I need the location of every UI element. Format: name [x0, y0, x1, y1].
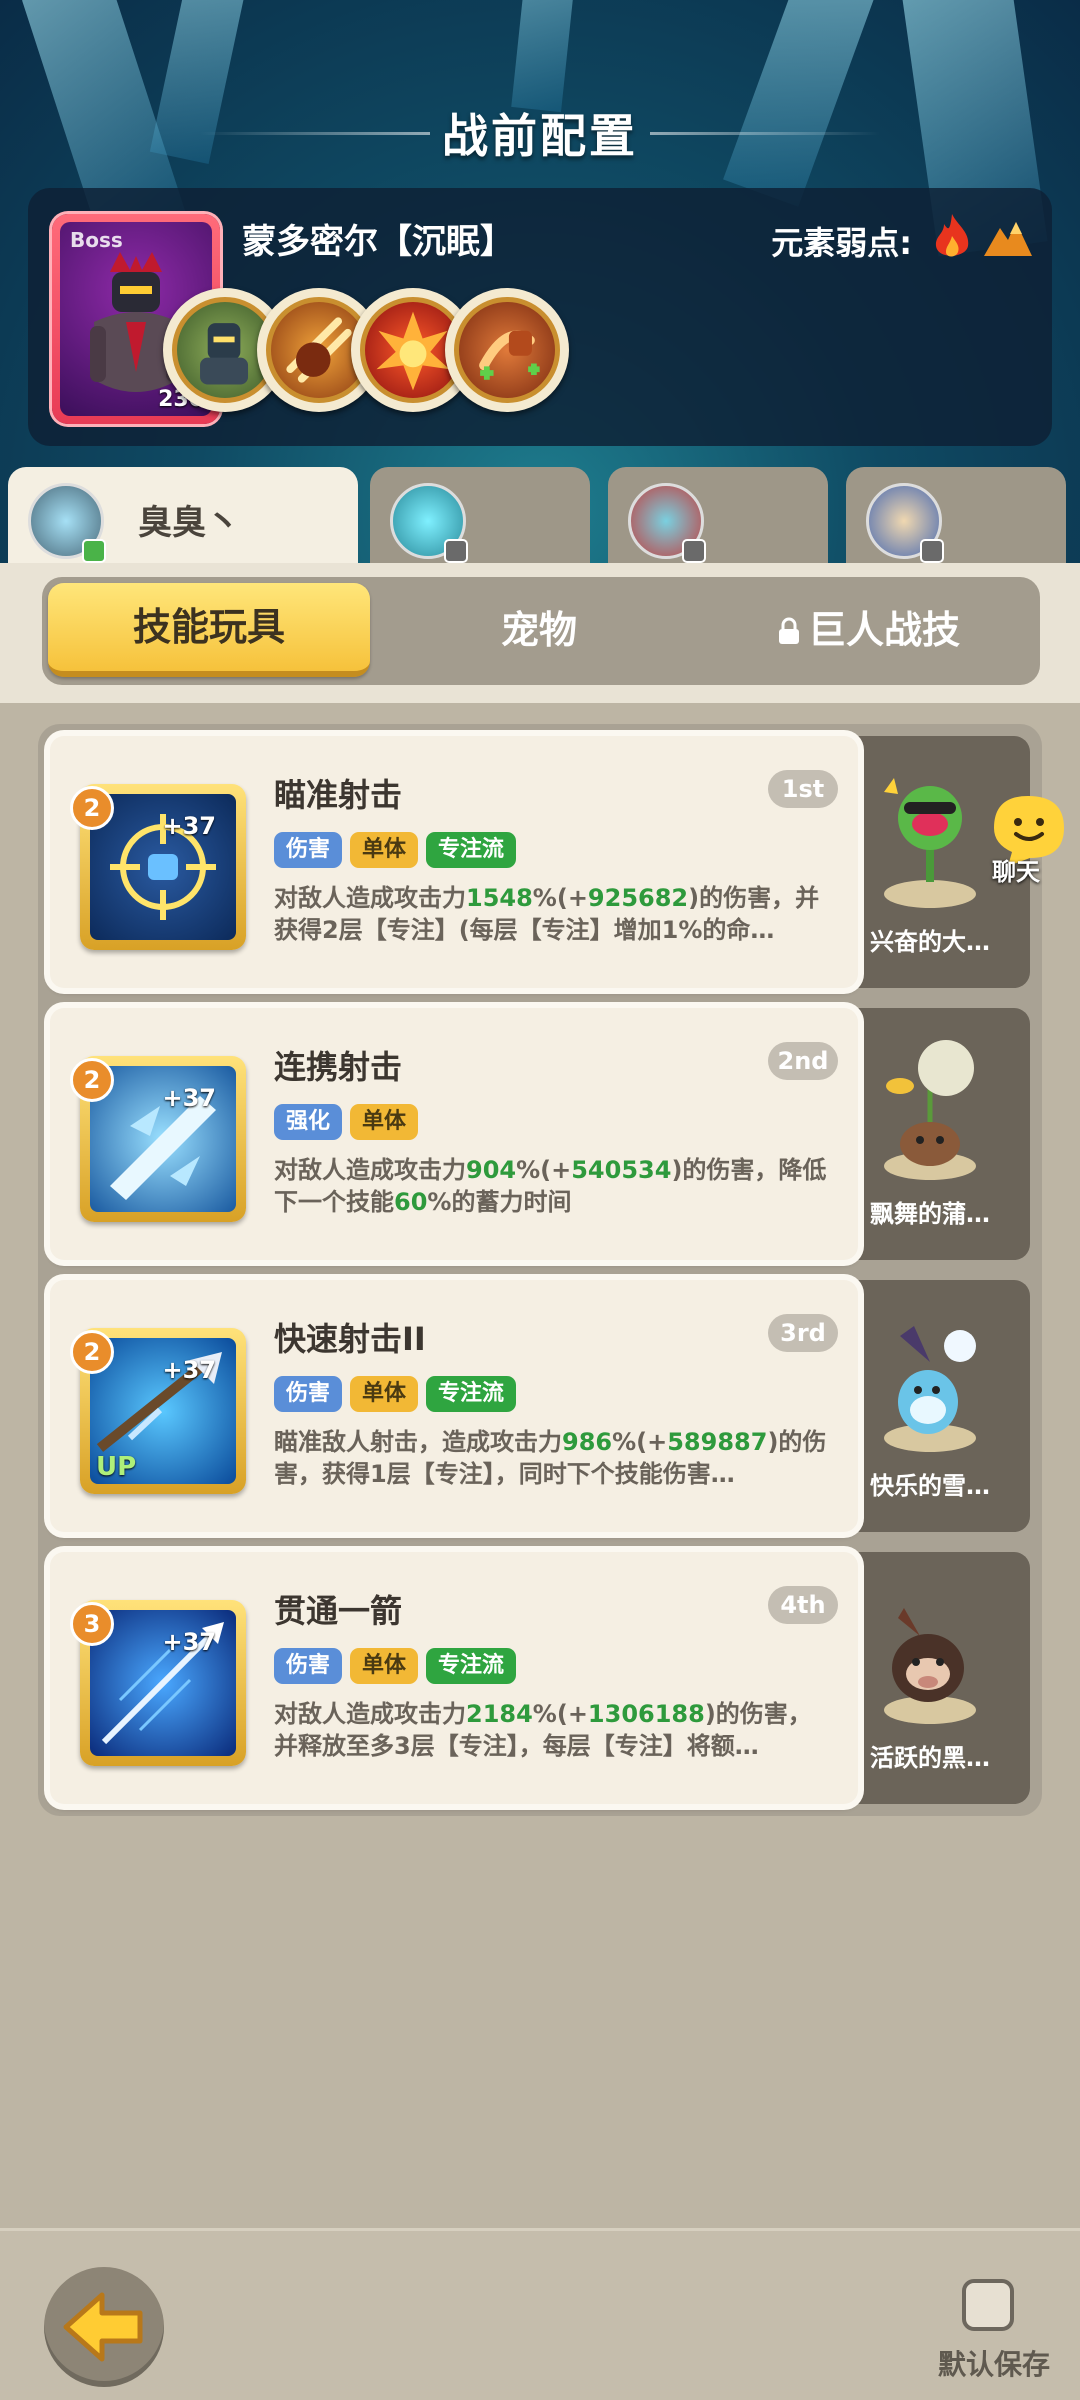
skill-card[interactable]: 3 +37 贯通一箭 4th 伤害 单体 专注流 对敌人造成攻击力2184%(+…	[50, 1552, 858, 1804]
boar-pet-icon	[884, 1608, 976, 1724]
default-save-label: 默认保存	[938, 2348, 1051, 2381]
character-tab-1[interactable]: 臭臭丶	[8, 467, 358, 565]
character-tab-4[interactable]	[846, 467, 1066, 565]
default-save-checkbox[interactable]	[962, 2279, 1014, 2331]
skill-plus-level: +37	[162, 812, 216, 840]
character-tab-3[interactable]	[608, 467, 828, 565]
character-badge-icon	[444, 539, 468, 563]
skill-description: 对敌人造成攻击力2184%(+1306188)的伤害，并释放至多3层【专注】，每…	[274, 1700, 812, 1760]
tag-single-target: 单体	[350, 1376, 419, 1412]
skill-name: 连携射击	[274, 1048, 403, 1086]
tab-skill-toys[interactable]: 技能玩具	[48, 583, 370, 677]
skill-plus-level: +37	[162, 1628, 216, 1656]
back-arrow-icon	[63, 2292, 143, 2362]
skill-description: 对敌人造成攻击力1548%(+925682)的伤害，并获得2层【专注】(每层【专…	[274, 884, 820, 944]
tag-focus-build: 专注流	[426, 832, 517, 868]
pet-name: 快乐的雪…	[870, 1472, 990, 1500]
lock-icon	[778, 617, 799, 644]
back-button[interactable]	[44, 2267, 164, 2387]
battle-scene-background: 战前配置 Boss 230 蒙多密尔【沉眠】 元素弱点: 臭臭丶	[0, 0, 1080, 565]
mountain-icon	[984, 222, 1032, 256]
skill-rank: 3rd	[768, 1314, 838, 1352]
skill-list: 兴奋的大… 2 +37 瞄准射击 1st 伤害 单体 专注流 对敌人造成攻击力1…	[38, 724, 1042, 1816]
tab-giant-skills-label: 巨人战技	[807, 608, 960, 652]
character-badge-icon	[920, 539, 944, 563]
pet-slot[interactable]: 快乐的雪…	[830, 1280, 1030, 1532]
fire-icon	[935, 214, 969, 257]
skill-level-badge: 2	[70, 1330, 114, 1374]
character-name: 臭臭丶	[138, 503, 240, 543]
skill-plus-level: +37	[162, 1356, 216, 1384]
skill-row: 飘舞的蒲… 2 +37 连携射击 2nd 强化 单体 对敌人造成攻击力904%(…	[50, 1008, 1030, 1260]
page-title: 战前配置	[442, 109, 638, 163]
skill-row: 兴奋的大… 2 +37 瞄准射击 1st 伤害 单体 专注流 对敌人造成攻击力1…	[50, 736, 1030, 988]
boss-name: 蒙多密尔【沉眠】	[242, 222, 514, 262]
dandelion-pet-icon	[884, 1040, 976, 1180]
skill-card[interactable]: 2 +37 连携射击 2nd 强化 单体 对敌人造成攻击力904%(+54053…	[50, 1008, 858, 1260]
boss-tag: Boss	[70, 228, 123, 252]
tag-damage: 伤害	[274, 1376, 343, 1412]
skill-row: 活跃的黑… 3 +37 贯通一箭 4th 伤害 单体 专注流 对敌人造成攻击力2…	[50, 1552, 1030, 1804]
character-badge-icon	[682, 539, 706, 563]
snow-pet-icon	[884, 1326, 976, 1452]
tag-focus-build: 专注流	[426, 1376, 517, 1412]
skill-upgrade-tag: UP	[96, 1452, 137, 1482]
skill-name: 瞄准射击	[274, 776, 403, 814]
tag-single-target: 单体	[350, 1648, 419, 1684]
skill-level-badge: 2	[70, 1058, 114, 1102]
skill-card[interactable]: 2 +37 UP 快速射击II 3rd 伤害 单体 专注流 瞄准敌人射击，造成攻…	[50, 1280, 858, 1532]
tag-enhance: 强化	[274, 1104, 343, 1140]
tag-damage: 伤害	[274, 1648, 343, 1684]
boss-skill-4[interactable]	[445, 288, 569, 412]
flower-pet-icon	[884, 778, 976, 908]
skill-plus-level: +37	[162, 1084, 216, 1112]
pet-slot[interactable]: 飘舞的蒲…	[830, 1008, 1030, 1260]
tab-giant-skills[interactable]: 巨人战技	[708, 583, 1030, 677]
pet-name: 兴奋的大…	[870, 928, 990, 956]
skill-description: 瞄准敌人射击，造成攻击力986%(+589887)的伤害，获得1层【专注】，同时…	[274, 1428, 827, 1488]
tab-pets[interactable]: 宠物	[378, 583, 700, 677]
pet-slot[interactable]: 活跃的黑…	[830, 1552, 1030, 1804]
tag-single-target: 单体	[350, 1104, 419, 1140]
tag-single-target: 单体	[350, 832, 419, 868]
pet-name: 活跃的黑…	[870, 1744, 990, 1772]
healing-fist-icon	[479, 330, 540, 380]
chat-label: 聊天	[992, 858, 1040, 886]
skill-name: 贯通一箭	[274, 1592, 403, 1630]
skill-name: 快速射击II	[274, 1320, 426, 1358]
skill-row: 快乐的雪… 2 +37 UP 快速射击II 3rd 伤害 单体 专注流 瞄准敌人…	[50, 1280, 1030, 1532]
bottom-bar: 默认保存	[0, 2228, 1080, 2400]
skill-level-badge: 2	[70, 786, 114, 830]
skill-card[interactable]: 2 +37 瞄准射击 1st 伤害 单体 专注流 对敌人造成攻击力1548%(+…	[50, 736, 858, 988]
boss-info-panel: Boss 230 蒙多密尔【沉眠】 元素弱点:	[28, 188, 1052, 446]
skill-level-badge: 3	[70, 1602, 114, 1646]
skill-rank: 1st	[768, 770, 838, 808]
tag-damage: 伤害	[274, 832, 343, 868]
skill-rank: 2nd	[768, 1042, 838, 1080]
content-tabs: 技能玩具 宠物 巨人战技	[42, 577, 1040, 685]
character-badge-icon	[82, 539, 106, 563]
element-weakness-label: 元素弱点:	[771, 224, 912, 262]
pet-name: 飘舞的蒲…	[870, 1200, 990, 1228]
skill-description: 对敌人造成攻击力904%(+540534)的伤害，降低下一个技能60%的蓄力时间	[274, 1156, 827, 1216]
character-tab-2[interactable]	[370, 467, 590, 565]
tag-focus-build: 专注流	[426, 1648, 517, 1684]
skill-rank: 4th	[768, 1586, 838, 1624]
